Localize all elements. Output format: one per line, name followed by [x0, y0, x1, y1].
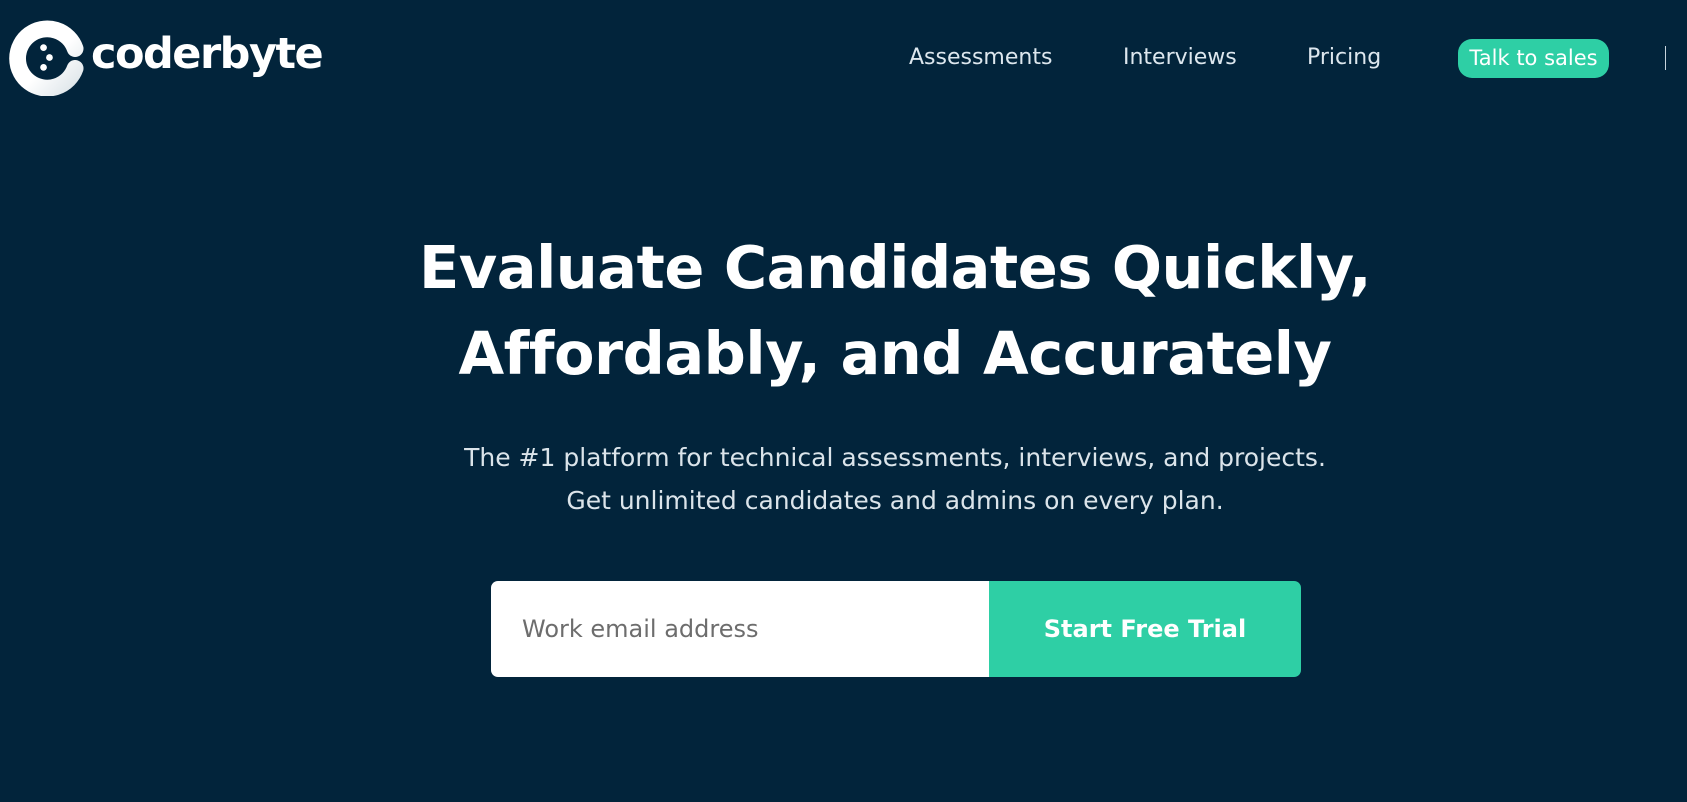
- signup-form: Start Free Trial: [491, 581, 1301, 677]
- hero-title: Evaluate Candidates Quickly, Affordably,…: [0, 225, 1687, 397]
- start-free-trial-button[interactable]: Start Free Trial: [989, 581, 1301, 677]
- logo-wordmark: coderbyte: [91, 28, 324, 79]
- work-email-input[interactable]: [491, 581, 989, 677]
- nav-divider: [1665, 46, 1666, 70]
- coderbyte-logo-icon: [9, 19, 84, 96]
- talk-to-sales-button[interactable]: Talk to sales: [1458, 39, 1609, 78]
- coderbyte-logo[interactable]: coderbyte: [8, 18, 324, 96]
- hero-title-line: Evaluate Candidates Quickly,: [419, 233, 1371, 302]
- nav-link-pricing[interactable]: Pricing: [1307, 44, 1381, 72]
- hero-subtitle-line: The #1 platform for technical assessment…: [464, 443, 1326, 472]
- nav-link-assessments[interactable]: Assessments: [909, 44, 1052, 72]
- site-header: coderbyte Assessments Interviews Pricing…: [0, 0, 1687, 118]
- hero-title-line: Affordably, and Accurately: [458, 319, 1332, 388]
- nav-link-interviews[interactable]: Interviews: [1123, 44, 1237, 72]
- hero-subtitle-line: Get unlimited candidates and admins on e…: [566, 486, 1224, 515]
- hero-subtitle: The #1 platform for technical assessment…: [0, 436, 1687, 522]
